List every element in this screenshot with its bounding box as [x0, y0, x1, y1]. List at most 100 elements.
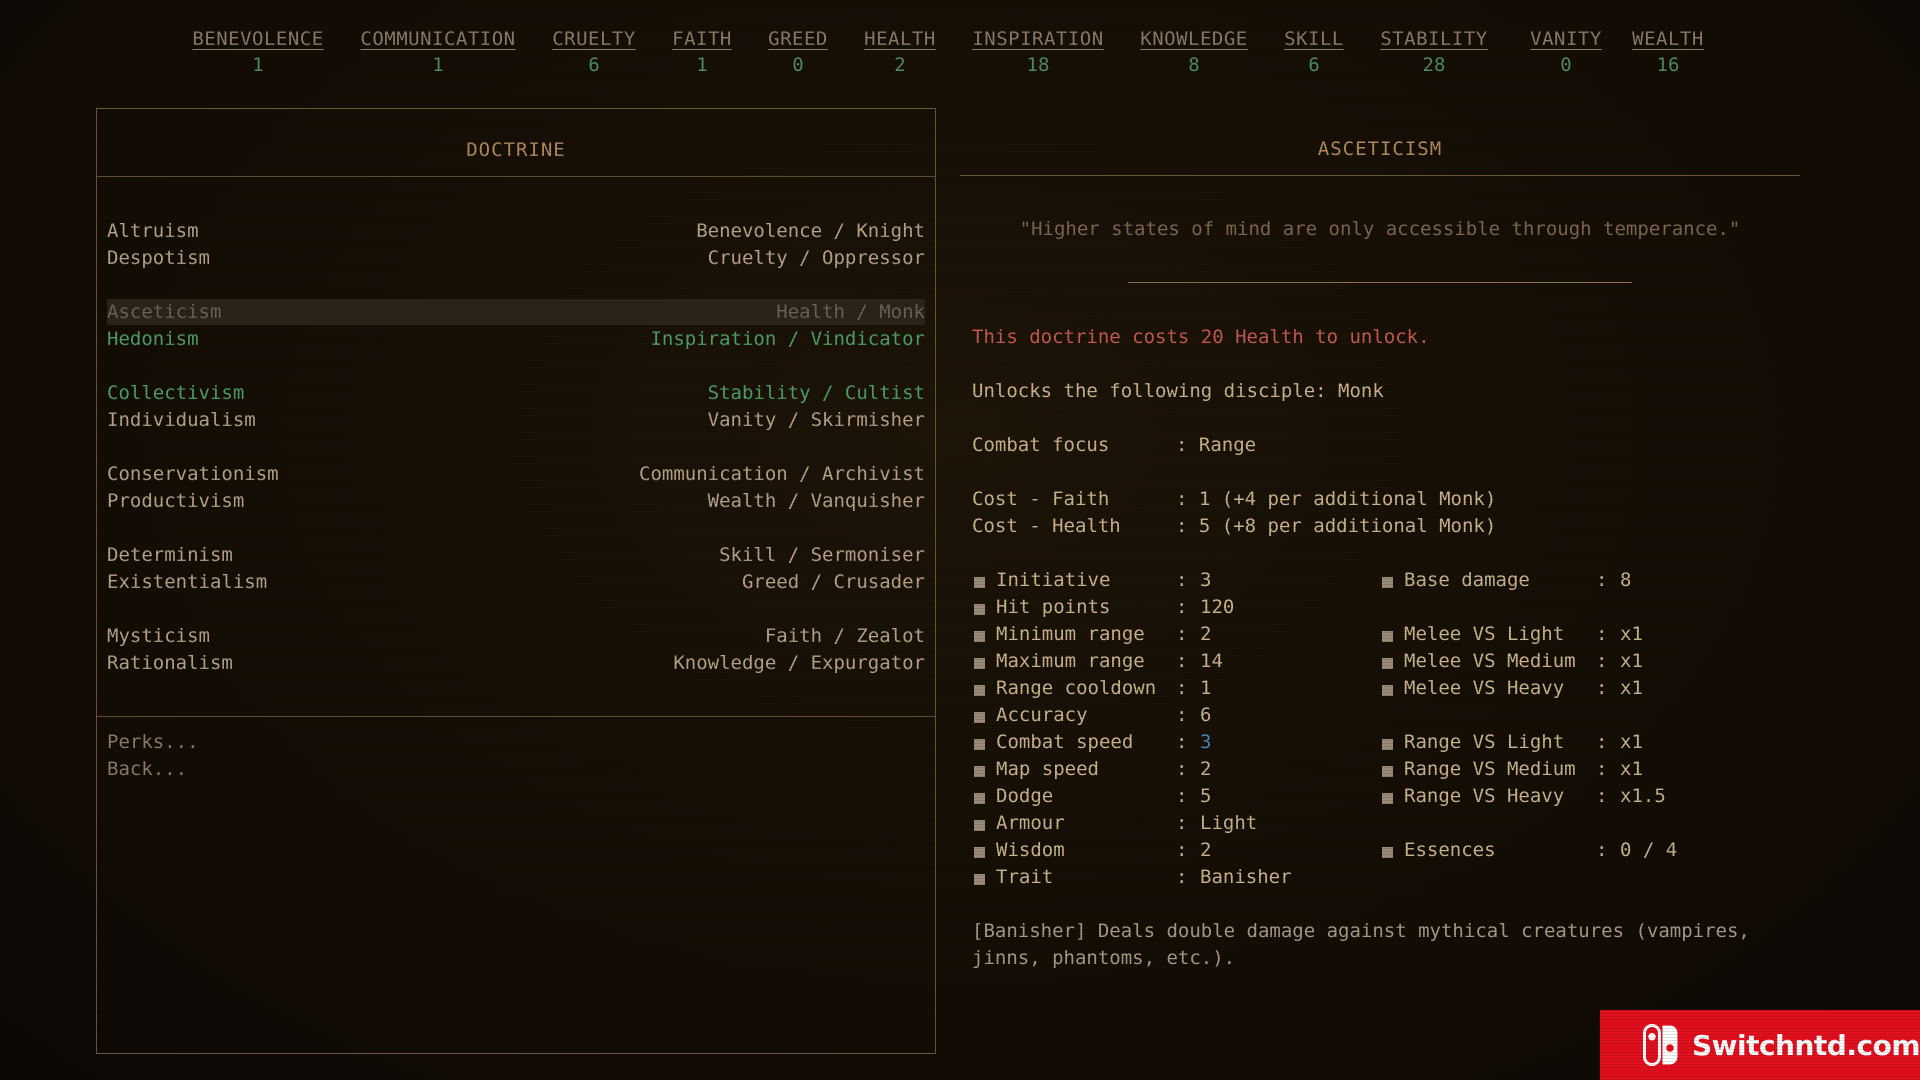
- stat-value: 28: [1422, 54, 1446, 76]
- stat-label: Range VS Heavy: [1404, 785, 1565, 807]
- stat-value: 1: [432, 54, 444, 76]
- doctrine-item-asceticism[interactable]: Asceticism Health / Monk: [107, 299, 925, 325]
- stat-colon: :: [1176, 785, 1188, 807]
- cost-health-label: Cost - Health: [972, 515, 1121, 537]
- stat-label: Base damage: [1404, 569, 1530, 591]
- bullet-icon: [1382, 685, 1393, 696]
- stat-label: Maximum range: [996, 650, 1145, 672]
- doctrine-info: Inspiration / Vindicator: [650, 328, 925, 350]
- stat-colon: :: [1596, 785, 1608, 807]
- stat-value: 18: [1026, 54, 1050, 76]
- switch-logo-icon: [1642, 1024, 1678, 1066]
- doctrine-item-determinism[interactable]: Determinism Skill / Sermoniser: [107, 542, 925, 568]
- divider: [97, 716, 935, 717]
- bullet-icon: [1382, 793, 1393, 804]
- stat-colon: :: [1596, 677, 1608, 699]
- stat-colon: :: [1176, 704, 1188, 726]
- doctrine-item-rationalism[interactable]: Rationalism Knowledge / Expurgator: [107, 650, 925, 676]
- stat-colon: :: [1596, 839, 1608, 861]
- stat-colon: :: [1176, 731, 1188, 753]
- stat-name: INSPIRATION: [972, 28, 1104, 50]
- stat-name: FAITH: [672, 28, 732, 50]
- stat-label: Trait: [996, 866, 1054, 888]
- doctrine-item-mysticism[interactable]: Mysticism Faith / Zealot: [107, 623, 925, 649]
- stat-value: 14: [1200, 650, 1223, 672]
- doctrine-item-individualism[interactable]: Individualism Vanity / Skirmisher: [107, 407, 925, 433]
- stat-value: x1: [1620, 623, 1643, 645]
- doctrine-item-conservationism[interactable]: Conservationism Communication / Archivist: [107, 461, 925, 487]
- stat-value: 3: [1200, 569, 1212, 591]
- doctrine-name: Hedonism: [107, 328, 199, 350]
- doctrine-info: Health / Monk: [776, 301, 925, 323]
- bullet-icon: [974, 604, 985, 615]
- doctrine-info: Greed / Crusader: [741, 571, 925, 593]
- stat-vanity: VANITY 0: [1530, 28, 1602, 76]
- doctrine-item-collectivism[interactable]: Collectivism Stability / Cultist: [107, 380, 925, 406]
- doctrine-info: Knowledge / Expurgator: [673, 652, 925, 674]
- watermark-text: Switchntd.com: [1691, 1028, 1920, 1062]
- bullet-icon: [974, 820, 985, 831]
- stat-value: 120: [1200, 596, 1235, 618]
- stat-label: Range VS Medium: [1404, 758, 1576, 780]
- bullet-icon: [974, 847, 985, 858]
- back-menu-item[interactable]: Back...: [107, 758, 187, 780]
- perks-menu-item[interactable]: Perks...: [107, 731, 199, 753]
- stat-label: Minimum range: [996, 623, 1145, 645]
- doctrine-panel: DOCTRINE Altruism Benevolence / Knight De…: [96, 108, 936, 1054]
- stat-colon: :: [1596, 569, 1608, 591]
- stat-name: KNOWLEDGE: [1140, 28, 1248, 50]
- stat-value: 16: [1656, 54, 1680, 76]
- stat-colon: :: [1176, 596, 1188, 618]
- doctrine-item-altruism[interactable]: Altruism Benevolence / Knight: [107, 218, 925, 244]
- stat-value: 2: [894, 54, 906, 76]
- stat-value: x1: [1620, 650, 1643, 672]
- bullet-icon: [974, 766, 985, 777]
- stat-name: CRUELTY: [552, 28, 636, 50]
- doctrine-item-hedonism[interactable]: Hedonism Inspiration / Vindicator: [107, 326, 925, 352]
- stat-health: HEALTH 2: [864, 28, 936, 76]
- stat-label: Range cooldown: [996, 677, 1157, 699]
- doctrine-name: Rationalism: [107, 652, 233, 674]
- doctrine-item-productivism[interactable]: Productivism Wealth / Vanquisher: [107, 488, 925, 514]
- doctrine-info: Stability / Cultist: [707, 382, 925, 404]
- stat-label: Combat speed: [996, 731, 1134, 753]
- doctrine-name: Collectivism: [107, 382, 245, 404]
- combat-focus-label: Combat focus: [972, 434, 1110, 456]
- stat-value: 0: [792, 54, 804, 76]
- stat-name: VANITY: [1530, 28, 1602, 50]
- stat-name: HEALTH: [864, 28, 936, 50]
- stat-label: Essences: [1404, 839, 1496, 861]
- stat-wealth: WEALTH 16: [1632, 28, 1704, 76]
- doctrine-item-despotism[interactable]: Despotism Cruelty / Oppressor: [107, 245, 925, 271]
- watermark: Switchntd.com: [1600, 1010, 1920, 1080]
- stat-colon: :: [1176, 839, 1188, 861]
- stat-value: 8: [1188, 54, 1200, 76]
- stat-communication: COMMUNICATION 1: [360, 28, 515, 76]
- stat-value: 2: [1200, 758, 1212, 780]
- stat-value: 1: [1200, 677, 1212, 699]
- bullet-icon: [1382, 847, 1393, 858]
- stat-label: Melee VS Light: [1404, 623, 1565, 645]
- stat-label: Initiative: [996, 569, 1111, 591]
- stat-label: Melee VS Medium: [1404, 650, 1576, 672]
- doctrine-info: Wealth / Vanquisher: [707, 490, 925, 512]
- stat-label: Armour: [996, 812, 1065, 834]
- stat-value: x1: [1620, 677, 1643, 699]
- stat-value: 2: [1200, 623, 1212, 645]
- stat-value: x1: [1620, 731, 1643, 753]
- stat-label: Dodge: [996, 785, 1054, 807]
- stat-label: Melee VS Heavy: [1404, 677, 1565, 699]
- bullet-icon: [974, 631, 985, 642]
- stat-benevolence: BENEVOLENCE 1: [192, 28, 323, 76]
- doctrine-item-existentialism[interactable]: Existentialism Greed / Crusader: [107, 569, 925, 595]
- divider: [97, 176, 935, 177]
- stat-colon: :: [1596, 623, 1608, 645]
- divider: [1128, 282, 1632, 283]
- divider: [960, 175, 1800, 176]
- stat-inspiration: INSPIRATION 18: [972, 28, 1103, 76]
- stat-colon: :: [1176, 569, 1188, 591]
- stat-name: STABILITY: [1380, 28, 1488, 50]
- stat-value: 6: [588, 54, 600, 76]
- bullet-icon: [974, 577, 985, 588]
- doctrine-info: Vanity / Skirmisher: [707, 409, 925, 431]
